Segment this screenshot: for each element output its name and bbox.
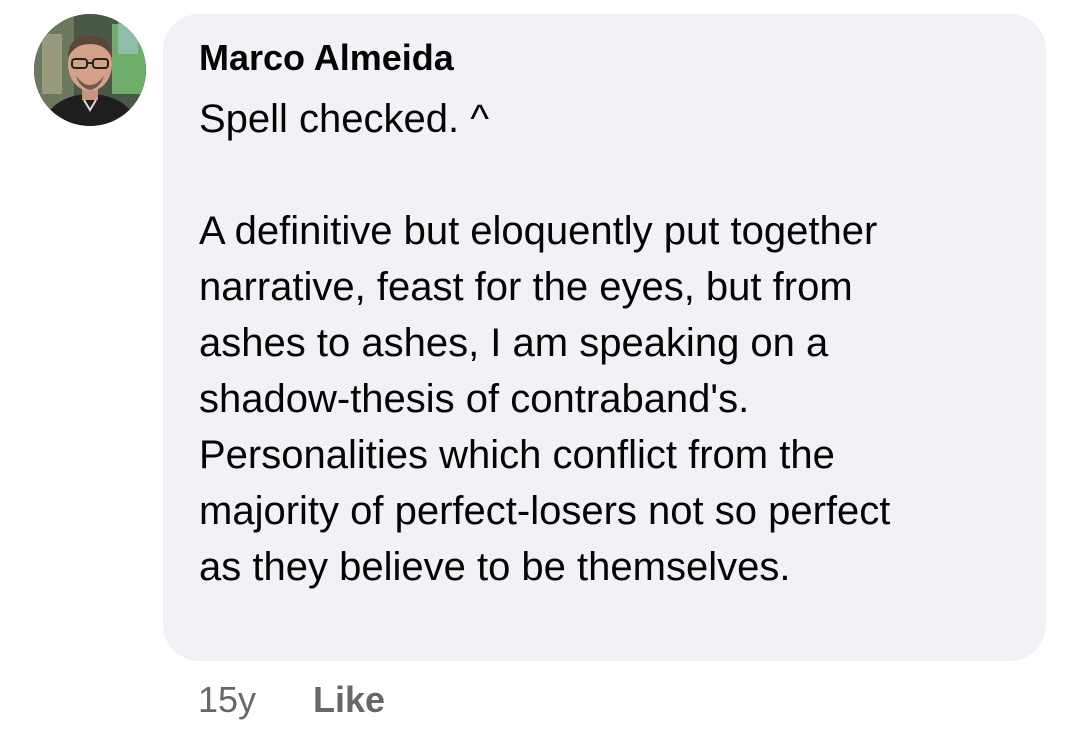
comment-line: A definitive but eloquently put together [199, 209, 878, 253]
comment-line: ashes to ashes, I am speaking on a [199, 321, 829, 365]
avatar[interactable] [34, 14, 146, 126]
like-button[interactable]: Like [313, 678, 385, 722]
comment-line: Personalities which conflict from the [199, 433, 835, 477]
paragraph-break [199, 147, 1012, 203]
comment-line: shadow-thesis of contraband's. [199, 377, 750, 421]
comment-line: narrative, feast for the eyes, but from [199, 265, 853, 309]
comment-line: as they believe to be themselves. [199, 545, 791, 589]
comment-bubble: Marco Almeida Spell checked. ^ A definit… [163, 14, 1046, 661]
comment-line: Spell checked. ^ [199, 97, 490, 141]
comment-actions: 15y Like [198, 678, 385, 722]
timestamp[interactable]: 15y [198, 678, 256, 722]
author-name[interactable]: Marco Almeida [199, 36, 1012, 80]
comment: Marco Almeida Spell checked. ^ A definit… [0, 0, 1080, 738]
profile-photo-icon [34, 14, 146, 126]
comment-text: Spell checked. ^ A definitive but eloque… [199, 91, 1012, 595]
comment-line: majority of perfect-losers not so perfec… [199, 489, 891, 533]
